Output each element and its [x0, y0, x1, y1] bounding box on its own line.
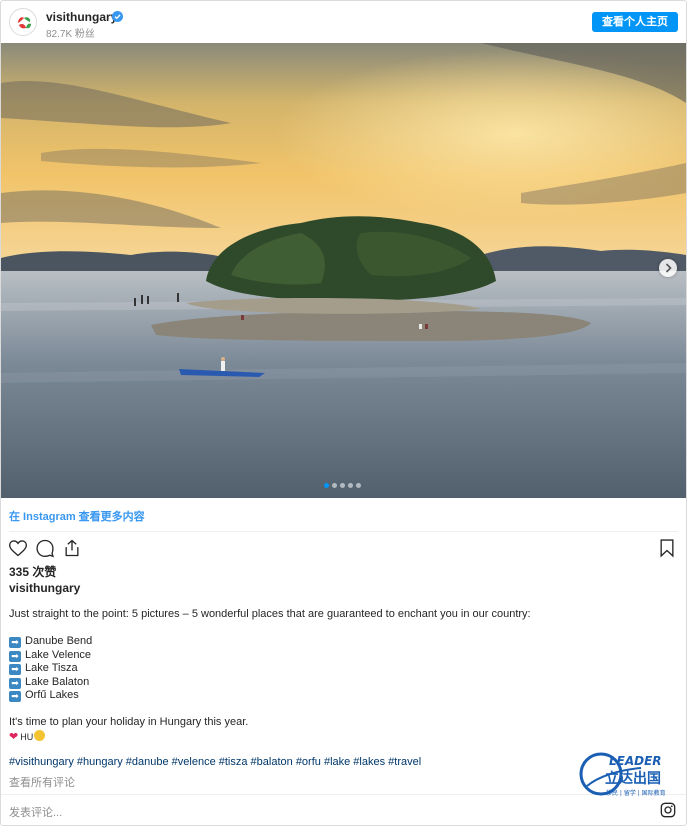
place-item: ➡ Lake Balaton: [9, 676, 679, 690]
view-profile-button[interactable]: 查看个人主页: [592, 12, 678, 32]
carousel-dot: [332, 483, 337, 488]
right-arrow-icon: ➡: [9, 650, 21, 662]
carousel-dot: [324, 483, 329, 488]
share-icon[interactable]: [62, 538, 82, 558]
place-item: ➡ Lake Tisza: [9, 662, 679, 676]
place-item: ➡ Danube Bend: [9, 635, 679, 649]
carousel-dot: [356, 483, 361, 488]
carousel-indicator: [324, 483, 361, 488]
caption-intro: Just straight to the point: 5 pictures –…: [9, 608, 531, 620]
caption-closing: It's time to plan your holiday in Hungar…: [9, 716, 249, 728]
heart-emoji-icon: ❤: [9, 730, 19, 743]
heart-icon[interactable]: [8, 538, 28, 558]
add-comment-input[interactable]: 发表评论...: [9, 804, 62, 820]
visithungary-logo-icon: [18, 17, 31, 29]
place-item: ➡ Orfű Lakes: [9, 689, 679, 703]
hungary-flag-icon: HU: [20, 731, 34, 742]
post-photo[interactable]: [1, 43, 686, 498]
right-arrow-icon: ➡: [9, 691, 21, 702]
next-photo-button[interactable]: [659, 259, 677, 277]
instagram-embed-card: visithungary 82.7K 粉丝 查看个人主页 在 Instagram…: [0, 0, 687, 826]
place-item: ➡ Lake Velence: [9, 649, 679, 663]
danube-island-sunset-image: [1, 43, 686, 498]
post-caption: Just straight to the point: 5 pictures –…: [9, 608, 679, 743]
carousel-dot: [340, 483, 345, 488]
hashtags[interactable]: #visithungary #hungary #danube #velence …: [9, 756, 421, 768]
svg-text:立达出国: 立达出国: [605, 770, 661, 787]
leader-logo-icon: LEADER 立达出国 移民 | 留学 | 国际教育: [579, 752, 666, 797]
caption-emoji-line: ❤ HU: [9, 729, 679, 744]
leader-watermark-logo: LEADER 立达出国 移民 | 留学 | 国际教育: [579, 746, 669, 802]
view-all-comments-link[interactable]: 查看所有评论: [9, 774, 75, 790]
like-count[interactable]: 335 次赞: [9, 563, 56, 580]
view-more-on-instagram-link[interactable]: 在 Instagram 查看更多内容: [9, 508, 145, 524]
svg-text:移民 | 留学 | 国际教育: 移民 | 留学 | 国际教育: [606, 789, 666, 797]
chevron-right-icon: [665, 263, 672, 273]
carousel-dot: [348, 483, 353, 488]
header-username[interactable]: visithungary: [46, 10, 117, 24]
bookmark-icon[interactable]: [657, 538, 677, 558]
comment-icon[interactable]: [35, 538, 55, 558]
instagram-logo-icon[interactable]: [660, 802, 676, 818]
avatar[interactable]: [9, 8, 37, 36]
post-header: visithungary 82.7K 粉丝 查看个人主页: [1, 1, 686, 43]
svg-text:LEADER: LEADER: [609, 754, 662, 768]
right-arrow-icon: ➡: [9, 677, 21, 689]
caption-username[interactable]: visithungary: [9, 581, 80, 595]
right-arrow-icon: ➡: [9, 664, 21, 675]
right-arrow-icon: ➡: [9, 637, 21, 648]
follower-count: 82.7K 粉丝: [46, 29, 95, 40]
divider: [9, 531, 678, 532]
star-struck-emoji-icon: [34, 729, 46, 741]
verified-badge-icon: [112, 11, 123, 22]
